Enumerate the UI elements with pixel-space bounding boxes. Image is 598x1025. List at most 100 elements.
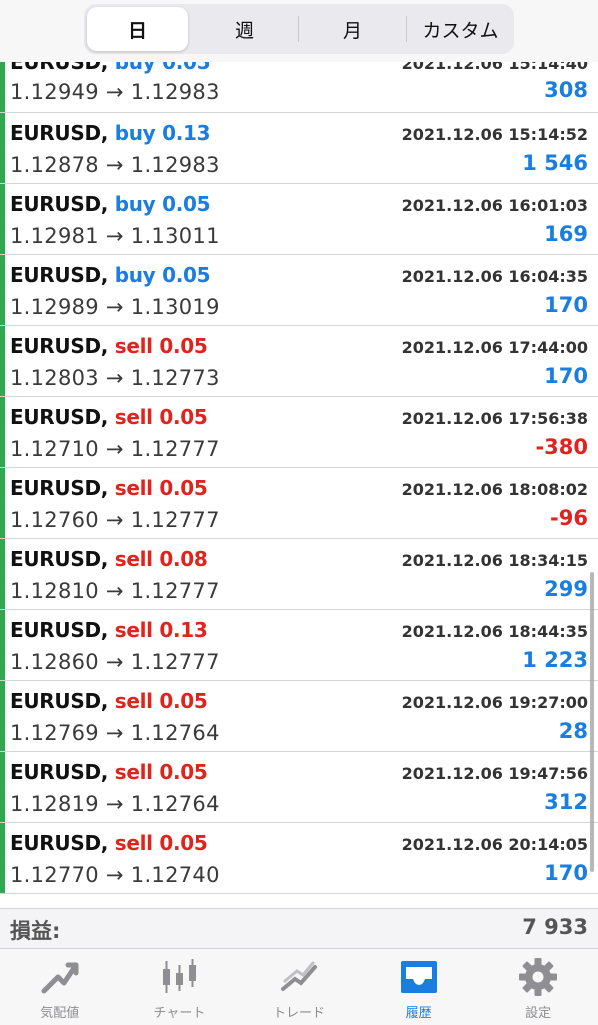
trade-side-lot: sell 0.05 xyxy=(114,405,208,429)
chart-icon xyxy=(163,959,197,993)
trade-prices: 1.12769 → 1.12764 xyxy=(10,721,220,745)
trade-profit: -96 xyxy=(550,506,588,530)
trade-side-lot: sell 0.05 xyxy=(114,760,208,784)
trade-row[interactable]: EURUSD, sell 0.05 2021.12.06 18:08:02 1.12… xyxy=(0,468,598,539)
segment-divider xyxy=(406,16,407,42)
settings-icon xyxy=(519,958,558,996)
tab-day[interactable]: 日 xyxy=(87,7,188,51)
trade-prices: 1.12949 → 1.12983 xyxy=(10,80,220,104)
tab-month[interactable]: 月 xyxy=(302,7,403,51)
trade-symbol: EURUSD, xyxy=(10,263,109,287)
trade-symbol: EURUSD, xyxy=(10,831,109,855)
trade-profit: 299 xyxy=(544,577,588,601)
trade-prices: 1.12981 → 1.13011 xyxy=(10,224,220,248)
trade-prices: 1.12860 → 1.12777 xyxy=(10,650,220,674)
trade-time: 2021.12.06 17:56:38 xyxy=(401,409,588,428)
trade-icon xyxy=(280,961,317,991)
tab-chart-label: チャート xyxy=(153,1006,206,1021)
segment-divider xyxy=(298,16,299,42)
trade-profit: 170 xyxy=(544,861,588,885)
trade-symbol-line: EURUSD, sell 0.05 xyxy=(10,831,208,855)
total-profit-bar: 損益: 7 933 xyxy=(0,908,598,949)
tab-trade-label: トレード xyxy=(272,1006,325,1021)
trade-symbol-line: EURUSD, buy 0.05 xyxy=(10,192,211,216)
trade-side-lot: buy 0.05 xyxy=(114,263,211,287)
tab-custom[interactable]: カスタム xyxy=(410,7,511,51)
trade-prices: 1.12878 → 1.12983 xyxy=(10,153,220,177)
tab-settings[interactable]: 設定 xyxy=(478,949,598,1025)
trade-side-lot: sell 0.05 xyxy=(114,476,208,500)
trade-prices: 1.12810 → 1.12777 xyxy=(10,579,220,603)
trade-side-lot: sell 0.08 xyxy=(114,547,208,571)
trade-profit: 169 xyxy=(544,222,588,246)
trade-row[interactable]: EURUSD, sell 0.05 2021.12.06 19:27:00 1.12… xyxy=(0,681,598,752)
total-profit-label: 損益: xyxy=(10,919,61,943)
tab-history[interactable]: 履歴 xyxy=(359,949,479,1025)
trade-row[interactable]: EURUSD, buy 0.13 2021.12.06 15:14:52 1.128… xyxy=(0,113,598,184)
tab-settings-label: 設定 xyxy=(525,1006,552,1021)
history-icon xyxy=(400,961,437,993)
bottom-tab-bar: 気配値 チャート トレード 履歴 設定 xyxy=(0,948,598,1025)
tab-history-label: 履歴 xyxy=(405,1006,432,1021)
trade-prices: 1.12989 → 1.13019 xyxy=(10,295,220,319)
trade-symbol-line: EURUSD, buy 0.05 xyxy=(10,263,211,287)
tab-trade[interactable]: トレード xyxy=(239,949,359,1025)
tab-week[interactable]: 週 xyxy=(194,7,295,51)
tab-chart[interactable]: チャート xyxy=(120,949,240,1025)
trade-row[interactable]: EURUSD, buy 0.05 2021.12.06 15:14:40 1.129… xyxy=(0,62,598,113)
trade-symbol-line: EURUSD, sell 0.05 xyxy=(10,476,208,500)
trade-symbol: EURUSD, xyxy=(10,192,109,216)
trade-profit: 312 xyxy=(544,790,588,814)
tab-quotes-label: 気配値 xyxy=(40,1006,80,1021)
trade-symbol-line: EURUSD, sell 0.13 xyxy=(10,618,208,642)
trade-symbol-line: EURUSD, buy 0.05 xyxy=(10,62,211,74)
trade-time: 2021.12.06 19:47:56 xyxy=(401,764,588,783)
trade-symbol-line: EURUSD, sell 0.05 xyxy=(10,405,208,429)
trade-side-lot: sell 0.05 xyxy=(114,334,208,358)
trade-row[interactable]: EURUSD, buy 0.05 2021.12.06 16:01:03 1.129… xyxy=(0,184,598,255)
trade-profit: -380 xyxy=(535,435,588,459)
trade-symbol: EURUSD, xyxy=(10,121,109,145)
trade-symbol: EURUSD, xyxy=(10,547,109,571)
trade-row[interactable]: EURUSD, sell 0.05 2021.12.06 17:44:00 1.12… xyxy=(0,326,598,397)
trade-profit: 308 xyxy=(544,78,588,102)
trade-side-lot: sell 0.05 xyxy=(114,689,208,713)
trade-symbol-line: EURUSD, sell 0.08 xyxy=(10,547,208,571)
trade-symbol: EURUSD, xyxy=(10,62,109,74)
trade-symbol-line: EURUSD, buy 0.13 xyxy=(10,121,211,145)
trade-side-lot: buy 0.13 xyxy=(114,121,211,145)
trade-profit: 1 546 xyxy=(522,151,588,175)
trade-symbol: EURUSD, xyxy=(10,689,109,713)
trade-history-list[interactable]: EURUSD, buy 0.05 2021.12.06 15:14:40 1.129… xyxy=(0,62,598,908)
trade-symbol-line: EURUSD, sell 0.05 xyxy=(10,334,208,358)
trade-row[interactable]: EURUSD, buy 0.05 2021.12.06 16:04:35 1.129… xyxy=(0,255,598,326)
period-segmented-control: 日 週 月 カスタム xyxy=(84,4,514,54)
trade-time: 2021.12.06 17:44:00 xyxy=(401,338,588,357)
trade-row[interactable]: EURUSD, sell 0.13 2021.12.06 18:44:35 1.12… xyxy=(0,610,598,681)
trade-time: 2021.12.06 18:08:02 xyxy=(401,480,588,499)
trade-profit: 170 xyxy=(544,293,588,317)
trade-side-lot: buy 0.05 xyxy=(114,62,211,74)
trade-symbol-line: EURUSD, sell 0.05 xyxy=(10,689,208,713)
trade-side-lot: buy 0.05 xyxy=(114,192,211,216)
trade-time: 2021.12.06 16:04:35 xyxy=(401,267,588,286)
trade-prices: 1.12760 → 1.12777 xyxy=(10,508,220,532)
scrollbar[interactable] xyxy=(590,572,594,872)
trade-row[interactable]: EURUSD, sell 0.05 2021.12.06 20:14:05 1.12… xyxy=(0,823,598,894)
trade-symbol-line: EURUSD, sell 0.05 xyxy=(10,760,208,784)
tab-quotes[interactable]: 気配値 xyxy=(0,949,120,1025)
trade-side-lot: sell 0.13 xyxy=(114,618,208,642)
trade-row[interactable]: EURUSD, sell 0.08 2021.12.06 18:34:15 1.12… xyxy=(0,539,598,610)
trade-row[interactable]: EURUSD, sell 0.05 2021.12.06 19:47:56 1.12… xyxy=(0,752,598,823)
trade-time: 2021.12.06 16:01:03 xyxy=(401,196,588,215)
trade-profit: 28 xyxy=(558,719,588,743)
trade-symbol: EURUSD, xyxy=(10,760,109,784)
trade-time: 2021.12.06 15:14:40 xyxy=(401,62,588,73)
trade-time: 2021.12.06 19:27:00 xyxy=(401,693,588,712)
trade-row[interactable]: EURUSD, sell 0.05 2021.12.06 17:56:38 1.12… xyxy=(0,397,598,468)
total-profit-value: 7 933 xyxy=(522,915,588,939)
trade-time: 2021.12.06 18:44:35 xyxy=(401,622,588,641)
trade-symbol: EURUSD, xyxy=(10,405,109,429)
quotes-icon xyxy=(41,962,79,994)
trade-time: 2021.12.06 20:14:05 xyxy=(401,835,588,854)
